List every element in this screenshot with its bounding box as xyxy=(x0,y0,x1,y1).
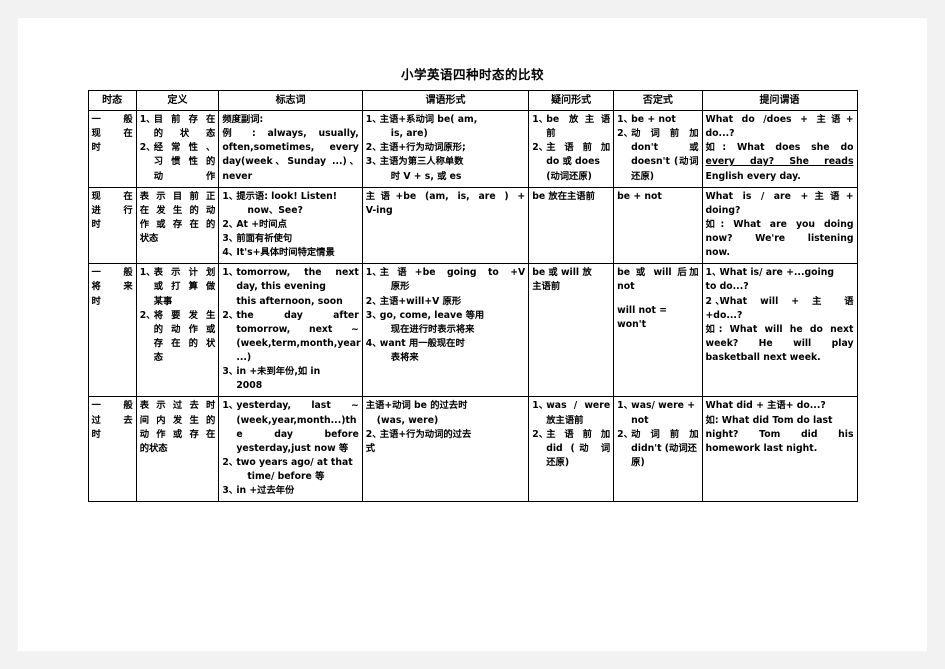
list-item: 3、 in +过去年份 xyxy=(222,485,295,497)
list-item: 1、 yesterday, last ~ (week,year,month...… xyxy=(222,400,359,454)
cell-negative: 1、 be + not 2、 动 词 前 加 don't 或 doesn't (… xyxy=(613,110,703,188)
list-item: 2 、 What will + 主 语 xyxy=(705,295,854,307)
list-item: 3、 in +未到年份,如 in 2008 xyxy=(222,366,321,392)
list-item: 2、 经常性、 习惯性的 动作 xyxy=(139,142,216,182)
header-markers: 标志词 xyxy=(218,90,363,111)
cell-definition: 1、 表示计划 或打算做 某事 2、 将要发生 的动作或 存在的状 态 xyxy=(135,263,220,398)
page-title: 小学英语四种时态的比较 xyxy=(400,67,544,82)
cell-ask-predicate: 1、 What is/ are +...going to do...? 2 、 … xyxy=(701,263,858,398)
cell-tense: 一 般 过 去 时 xyxy=(87,396,137,503)
grammar-table-wrapper: 时态 定义 标志词 谓语形式 疑问形式 否定式 提问谓语 一 般 现 在 时 1… xyxy=(87,90,858,503)
list-item: 1、 主语+be going to +V 原形 xyxy=(365,267,526,293)
list-item: 1、 提示语: look! Listen! now、See? xyxy=(222,190,338,216)
cell-predicate: 主语+动词 be 的过去时 (was, were) 2、 主语+行为动词的过去 … xyxy=(361,396,530,503)
list-item: 1、 表示计划 或打算做 某事 xyxy=(139,267,216,307)
cell-negative: be + not xyxy=(613,186,703,265)
tense-comparison-table: 时态 定义 标志词 谓语形式 疑问形式 否定式 提问谓语 一 般 现 在 时 1… xyxy=(87,90,858,503)
list-item: 1、 be 放主语 前 xyxy=(532,114,611,140)
list-item: 1、 主语+系动词 be( am, is, are) xyxy=(365,114,478,140)
cell-markers: 频度副词: 例 : always, usually, often,sometim… xyxy=(218,110,363,188)
cell-question: be 或 will 放 主语前 xyxy=(528,263,615,398)
cell-predicate: 1、 主语+系动词 be( am, is, are) 2、 主语+行为动词原形;… xyxy=(361,110,530,188)
list-item: 3、 主语为第三人称单数 时 V + s, 或 es xyxy=(365,156,464,182)
cell-markers: 1、 yesterday, last ~ (week,year,month...… xyxy=(218,396,363,503)
cell-question: 1、 be 放主语 前 2、 主 语 前 加 do 或 does (动词还原) xyxy=(528,110,615,188)
list-item: 2、 At +时间点 xyxy=(222,218,287,230)
table-row: 一 般 将 来 时 1、 表示计划 或打算做 某事 2、 将要发生 的动作或 存… xyxy=(87,263,858,398)
list-item: 4、 It's+具体时间特定情景 xyxy=(222,247,335,259)
cell-tense: 一 般 将 来 时 xyxy=(87,263,137,398)
header-predicate: 谓语形式 xyxy=(361,90,530,111)
list-item: 3、 go, come, leave 等用 现在进行时表示将来 xyxy=(365,309,485,335)
table-row: 一 般 现 在 时 1、 目前存在 的状态 2、 经常性、 习惯性的 动作 频度… xyxy=(87,110,858,188)
list-item: 2、 主语+will+V 原形 xyxy=(365,295,462,307)
list-item: 3、 前面有祈使句 xyxy=(222,233,293,244)
cell-tense: 一 般 现 在 时 xyxy=(87,110,137,188)
list-item: 2、 动 词 前 加 don't 或 doesn't (动词 还原) xyxy=(617,128,699,182)
list-item: 2、 two years ago/ at that time/ before 等 xyxy=(222,456,353,482)
cell-question: be 放在主语前 xyxy=(528,186,615,265)
cell-predicate: 主语+be (am, is, are ) + V-ing xyxy=(361,186,530,265)
table-row: 一 般 过 去 时 表示过去时 间内发生的 动作或存在 的状态 1、 yeste… xyxy=(87,396,858,503)
list-item: 1、 tomorrow, the next day, this evening … xyxy=(222,267,359,307)
list-item: 2、 主 语 前 加 do 或 does (动词还原) xyxy=(532,142,611,182)
list-item: 4、 want 用一般现在时 表将来 xyxy=(365,337,465,363)
cell-ask-predicate: What did + 主语+ do...? 如: What did Tom do… xyxy=(701,396,858,503)
header-definition: 定义 xyxy=(135,90,220,111)
header-tense: 时态 xyxy=(87,90,137,111)
list-item: 2、 动 词 前 加 didn't (动词还 原) xyxy=(617,428,699,468)
cell-negative: 1、 was/ were + not 2、 动 词 前 加 didn't (动词… xyxy=(613,396,703,503)
header-question: 疑问形式 xyxy=(528,90,615,111)
list-item: 2、 the day after tomorrow, next ~ (week,… xyxy=(222,309,361,363)
list-item: 1、 be + not xyxy=(617,114,676,125)
cell-markers: 1、 tomorrow, the next day, this evening … xyxy=(218,263,363,398)
list-item: 1、 What is/ are +...going xyxy=(705,267,834,279)
table-body: 一 般 现 在 时 1、 目前存在 的状态 2、 经常性、 习惯性的 动作 频度… xyxy=(87,110,858,503)
list-item: 1、 was / were 放主语前 xyxy=(532,400,611,426)
cell-definition: 1、 目前存在 的状态 2、 经常性、 习惯性的 动作 xyxy=(135,110,220,188)
header-ask-predicate: 提问谓语 xyxy=(701,90,858,111)
cell-markers: 1、 提示语: look! Listen! now、See? 2、 At +时间… xyxy=(218,186,363,265)
cell-tense: 现 在 进 行 时 xyxy=(87,186,137,265)
table-header-row: 时态 定义 标志词 谓语形式 疑问形式 否定式 提问谓语 xyxy=(87,90,858,111)
cell-ask-predicate: What do /does + 主语+ do...? 如: What does … xyxy=(701,110,858,188)
list-item: 1、 was/ were + not xyxy=(617,400,695,426)
list-item: 2、 主语+行为动词的过去 xyxy=(365,428,472,440)
cell-definition: 表示过去时 间内发生的 动作或存在 的状态 xyxy=(135,396,220,503)
table-row: 现 在 进 行 时 表示目前正 在发生的动 作或存在的 状态 1、 提示语: l… xyxy=(87,186,858,265)
cell-negative: be 或 will 后加 not will not = won't xyxy=(613,263,703,398)
cell-definition: 表示目前正 在发生的动 作或存在的 状态 xyxy=(135,186,220,265)
list-item: 2、 主 语 前 加 did (动 词 还原) xyxy=(532,428,611,468)
cell-question: 1、 was / were 放主语前 2、 主 语 前 加 did (动 词 还… xyxy=(528,396,615,503)
cell-ask-predicate: What is / are +主语+ doing? 如: What are yo… xyxy=(701,186,858,265)
list-item: 2、 将要发生 的动作或 存在的状 态 xyxy=(139,309,216,363)
document-page: 小学英语四种时态的比较 时态 定义 标志词 谓语形式 疑问形式 否定式 提问谓语 xyxy=(18,18,927,651)
list-item: 2、 主语+行为动词原形; xyxy=(365,142,466,154)
cell-predicate: 1、 主语+be going to +V 原形 2、 主语+will+V 原形 … xyxy=(361,263,530,398)
header-negative: 否定式 xyxy=(613,90,703,111)
list-item: 1、 目前存在 的状态 xyxy=(139,114,216,140)
